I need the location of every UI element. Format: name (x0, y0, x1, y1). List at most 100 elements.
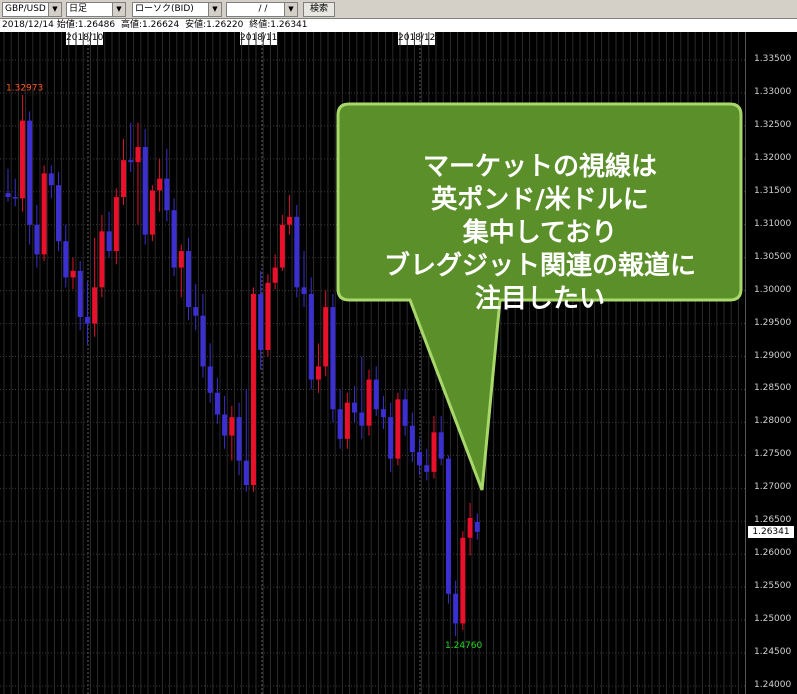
candle-body (12, 197, 18, 199)
candle-body (395, 399, 401, 459)
candle-body (200, 315, 206, 367)
candle-body (19, 120, 25, 199)
candle-body (106, 231, 112, 252)
candle-body (27, 120, 33, 225)
candle-body (186, 251, 191, 308)
price-tick-label: 1.33000 (754, 86, 792, 97)
timeframe-select[interactable]: 日足 ▼ (66, 2, 126, 17)
candle-body (279, 224, 285, 268)
symbol-select[interactable]: GBP/USD ▼ (2, 2, 62, 17)
candle-body (34, 224, 40, 255)
candle-body (359, 412, 365, 426)
candle-body (149, 190, 155, 235)
date-select[interactable]: / / ▼ (226, 2, 298, 17)
low-marker-label: 1.24760 (445, 641, 482, 651)
candle-body (409, 425, 415, 453)
timeframe-value: 日足 (69, 4, 88, 14)
candle-body (178, 251, 184, 268)
candle-body (113, 197, 119, 252)
price-tick-label: 1.24000 (754, 680, 792, 690)
candle-body (70, 270, 76, 278)
candle-body (135, 146, 141, 163)
callout-line: 注目したい (474, 284, 605, 314)
price-tick-label: 1.30500 (754, 251, 792, 262)
info-open: 始値:1.26486 (56, 20, 116, 30)
candle-body (250, 293, 256, 486)
price-tick-label: 1.26500 (754, 515, 792, 526)
candle-body (121, 160, 127, 198)
chart-area[interactable]: 1.32973 1.24760 1.33500 1.33000 1.32500 1.32… (0, 32, 797, 694)
candle-body (56, 185, 62, 242)
candle-body (92, 287, 98, 324)
last-price-badge: 1.26341 (748, 525, 794, 538)
candle-body (344, 402, 350, 439)
candle-body (373, 379, 379, 410)
candle-body (337, 409, 343, 439)
price-tick-label: 1.24500 (754, 647, 792, 658)
price-tick-label: 1.27000 (754, 482, 792, 493)
high-marker-label: 1.32973 (6, 84, 43, 94)
candle-body (229, 417, 235, 436)
candle-body (142, 146, 148, 235)
candle-body (438, 432, 444, 459)
candle-body (417, 452, 423, 466)
candle-body (157, 178, 163, 191)
price-tick-label: 1.26000 (754, 548, 792, 559)
candle-body (41, 173, 47, 255)
candle-body (207, 366, 213, 393)
toolbar: GBP/USD ▼ 日足 ▼ ローソク(BID) ▼ / / ▼ 検索 (0, 0, 797, 19)
price-tick-label: 1.31500 (754, 185, 792, 196)
candle-body (424, 465, 430, 472)
info-date: 2018/12/14 (2, 20, 54, 30)
candle-body (258, 293, 264, 350)
chevron-down-icon[interactable]: ▼ (208, 3, 221, 16)
info-high: 高値:1.26624 (121, 20, 180, 30)
chart-style-select[interactable]: ローソク(BID) ▼ (132, 2, 222, 17)
candle-body (445, 458, 451, 594)
candle-body (222, 414, 228, 436)
candle-body (171, 210, 177, 268)
symbol-value: GBP/USD (5, 4, 46, 14)
candle-body (352, 402, 358, 413)
chart-style-value: ローソク(BID) (135, 4, 194, 14)
price-tick-label: 1.28500 (754, 383, 792, 394)
chevron-down-icon[interactable]: ▼ (284, 3, 297, 16)
search-button[interactable]: 検索 (303, 2, 335, 17)
candle-body (128, 160, 134, 163)
candle-body (193, 307, 199, 316)
candle-body (460, 537, 466, 624)
candle-body (77, 270, 83, 317)
candle-body (380, 409, 386, 418)
candle-body (308, 293, 314, 380)
price-tick-label: 1.27500 (754, 449, 792, 460)
chevron-down-icon[interactable]: ▼ (112, 3, 125, 16)
ohlc-info-bar: 2018/12/14 始値:1.26486 高値:1.26624 安値:1.262… (0, 19, 797, 45)
callout-line: マーケットの視線は (422, 152, 657, 182)
price-tick-label: 1.29000 (754, 350, 792, 361)
candle-body (287, 216, 293, 225)
price-tick-label: 1.28000 (754, 416, 792, 427)
chevron-down-icon[interactable]: ▼ (48, 3, 61, 16)
candle-body (5, 193, 11, 198)
candle-body (84, 316, 90, 324)
candle-body (294, 216, 300, 288)
candlestick-chart[interactable]: 1.32973 1.24760 (0, 32, 745, 694)
price-tick-label: 1.32500 (754, 119, 792, 130)
candle-body (467, 517, 473, 538)
price-tick-label: 1.30000 (754, 284, 792, 295)
price-tick-label: 1.31000 (754, 218, 792, 229)
candle-body (164, 178, 170, 211)
callout-text: マーケットの視線は 英ポンド/米ドルに 集中しており ブレグジット関連の報道に … (340, 136, 740, 331)
candle-body (330, 307, 336, 410)
callout-line: 集中しており (462, 218, 618, 248)
candle-body (214, 392, 220, 415)
candle-body (236, 417, 242, 461)
price-tick-label: 1.32000 (754, 152, 792, 163)
candle-body (272, 267, 278, 283)
price-tick-label: 1.25500 (754, 581, 792, 592)
callout-line: 英ポンド/米ドルに (431, 185, 649, 215)
info-low: 安値:1.26220 (185, 20, 244, 30)
price-axis: 1.33500 1.33000 1.32500 1.32000 1.31500 1.310… (745, 32, 797, 694)
price-tick-label: 1.25000 (754, 614, 792, 625)
date-value: / / (258, 4, 268, 14)
